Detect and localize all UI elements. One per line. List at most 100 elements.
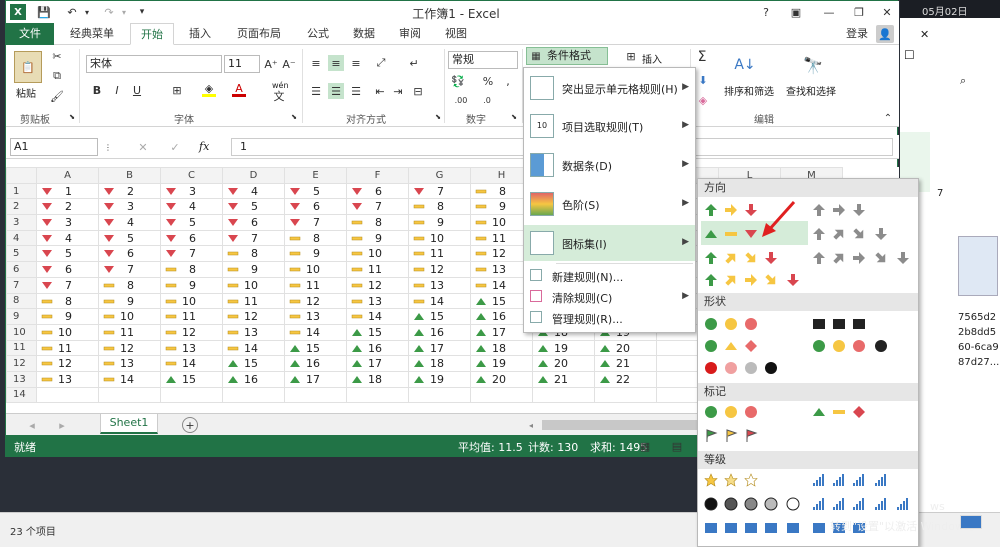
quarter-circle-icon[interactable] [764,497,778,511]
close-icon[interactable]: ✕ [879,4,895,20]
cell[interactable]: 18 [408,355,471,372]
row-header[interactable]: 2 [6,198,37,216]
column-header[interactable]: C [160,167,223,184]
menu-item-1[interactable]: 突出显示单元格规则(H) ▶ [524,70,695,106]
tab-file[interactable]: 文件 [6,23,54,45]
tab-data[interactable]: 数据 [344,23,384,45]
cell[interactable]: 21 [532,370,595,388]
cell[interactable] [222,386,285,404]
gray-down-arrow-icon[interactable] [874,227,888,241]
cell[interactable]: 10 [98,308,161,325]
box-rating-icon[interactable] [724,521,738,535]
cell[interactable]: 22 [594,370,657,388]
cell[interactable]: 12 [98,339,161,357]
cell[interactable]: 20 [532,355,595,372]
cell[interactable]: 10 [346,245,409,263]
row-header[interactable]: 7 [6,276,37,294]
add-sheet-icon[interactable]: + [182,417,198,433]
red-down-arrow-icon[interactable] [764,251,778,265]
indent-decrease-icon[interactable]: ⇤ [372,83,388,99]
green-up-arrow-icon[interactable] [704,273,718,287]
prev-sheet-icon[interactable]: ◂ [26,418,38,432]
cell[interactable]: 16 [346,339,409,357]
green-flag-icon[interactable] [704,429,718,443]
minimize-icon[interactable]: — [821,4,837,20]
sort-filter-button[interactable]: 排序和筛选 [724,83,774,98]
autosum-icon[interactable]: Σ [694,49,710,65]
align-center-icon[interactable]: ☰ [328,83,344,99]
box-rating-icon[interactable] [704,521,718,535]
cell[interactable]: 10 [222,276,285,294]
cell[interactable]: 1 [36,182,99,200]
cell[interactable]: 7 [36,276,99,294]
comma-icon[interactable]: , [500,73,516,89]
cell[interactable]: 9 [284,245,347,263]
taskbar-view-icon[interactable] [960,515,982,529]
traffic-light-red-icon[interactable] [852,317,866,331]
gray-up-arrow-icon[interactable] [812,227,826,241]
font-launcher-icon[interactable]: ⬊ [290,113,298,121]
row-header[interactable]: 4 [6,229,37,247]
column-header[interactable]: D [222,167,285,184]
merge-center-icon[interactable]: ⊟ [410,83,426,99]
green-circle-icon[interactable] [812,339,826,353]
fill-color-icon[interactable]: ◈ [202,82,216,97]
cell[interactable]: 7 [222,229,285,247]
cell[interactable]: 8 [36,292,99,310]
menu-item-small-3[interactable]: 管理规则(R)... [524,308,695,328]
explorer-thumbnail-2[interactable] [958,236,998,296]
cell[interactable]: 5 [284,182,347,200]
page-layout-view-icon[interactable]: ▤ [670,439,684,453]
cut-icon[interactable]: ✂ [50,49,64,63]
box-rating-icon[interactable] [744,521,758,535]
gray-downright-arrow-icon[interactable] [852,227,866,241]
scroll-left-icon[interactable]: ◂ [526,420,536,430]
black-circle-icon[interactable] [764,361,778,375]
column-header[interactable]: E [284,167,347,184]
cell[interactable]: 6 [160,229,223,247]
cell[interactable]: 2 [36,198,99,216]
align-bottom-icon[interactable]: ≡ [348,55,364,71]
cell[interactable]: 14 [222,339,285,357]
name-box[interactable]: A1 [10,138,98,156]
cell[interactable]: 16 [408,323,471,341]
cell[interactable]: 12 [284,292,347,310]
underline-icon[interactable]: U [130,83,144,97]
cell[interactable]: 4 [36,229,99,247]
gray-up-arrow-icon[interactable] [812,251,826,265]
cell[interactable]: 13 [346,292,409,310]
red-circle-icon[interactable] [852,339,866,353]
cell[interactable]: 9 [160,276,223,294]
cell[interactable] [98,386,161,404]
cancel-formula-icon[interactable]: ✕ [136,140,150,154]
cell[interactable]: 15 [222,355,285,372]
column-header[interactable]: A [36,167,99,184]
full-star-icon[interactable] [704,473,718,487]
menu-item-2[interactable]: 10 项目选取规则(T) ▶ [524,108,695,144]
signin-link[interactable]: 登录 [842,23,872,45]
gray-right-arrow-icon[interactable] [832,203,846,217]
cell[interactable]: 13 [408,276,471,294]
clear-icon[interactable]: ◈ [696,93,710,107]
green-circle-icon[interactable] [704,339,718,353]
cell[interactable]: 11 [160,308,223,325]
cell[interactable]: 16 [284,355,347,372]
green-up-arrow-icon[interactable] [704,251,718,265]
cell[interactable]: 5 [222,198,285,216]
insert-function-button[interactable]: fx [199,140,209,153]
align-right-icon[interactable]: ☰ [348,83,364,99]
empty-star-icon[interactable] [744,473,758,487]
empty-circle-icon[interactable] [786,497,800,511]
cell[interactable]: 10 [160,292,223,310]
decrease-decimal-icon[interactable]: .0 [478,93,496,107]
box-rating-icon[interactable] [764,521,778,535]
explorer-close-icon[interactable]: ✕ [920,28,929,41]
cell[interactable]: 9 [408,214,471,231]
indent-increase-icon[interactable]: ⇥ [390,83,406,99]
cell[interactable]: 12 [160,323,223,341]
gray-right-arrow-icon[interactable] [852,251,866,265]
row-header[interactable]: 13 [6,370,37,388]
pink-circle-icon[interactable] [724,361,738,375]
cell[interactable]: 10 [284,261,347,278]
cell[interactable]: 6 [346,182,409,200]
